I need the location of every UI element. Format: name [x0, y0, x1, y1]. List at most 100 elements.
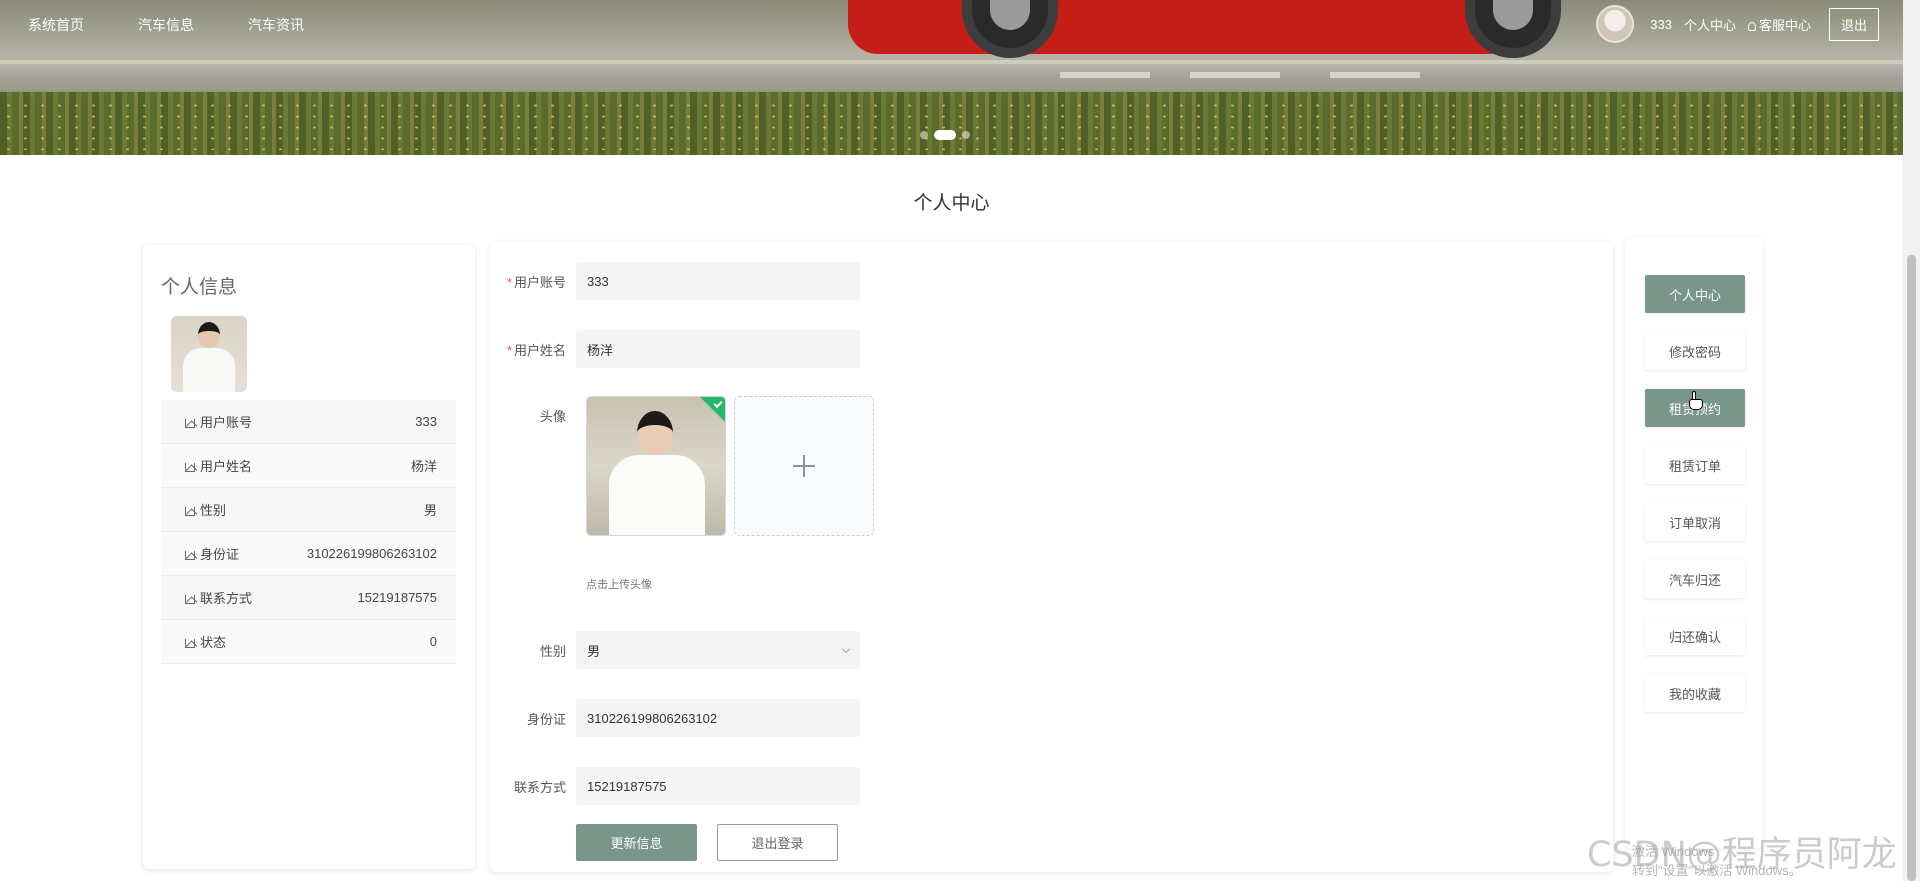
- nav-personal-center[interactable]: 个人中心: [1684, 15, 1736, 34]
- required-mark: *: [506, 274, 512, 290]
- name-label: * 用户姓名: [490, 340, 576, 359]
- profile-info-row: 联系方式 15219187575: [161, 576, 456, 620]
- avatar[interactable]: [1596, 5, 1635, 43]
- form-row-avatar: 头像: [490, 406, 576, 425]
- profile-info-label-wrap: 用户姓名: [185, 456, 252, 475]
- banner-road-line: [0, 60, 1903, 64]
- profile-info-label-wrap: 性别: [185, 500, 226, 519]
- form-row-idcard: 身份证 310226199806263102: [490, 699, 860, 737]
- form-row-name: * 用户姓名 杨洋: [490, 330, 860, 368]
- banner-road-stripe: [1060, 72, 1150, 78]
- form-row-account: * 用户账号 333: [490, 262, 860, 300]
- profile-info-label: 用户姓名: [200, 459, 253, 474]
- profile-card-title: 个人信息: [161, 277, 238, 298]
- gender-label: 性别: [539, 643, 566, 659]
- profile-info-value: 15219187575: [357, 590, 437, 605]
- carousel-indicators: [920, 130, 970, 140]
- profile-info-label: 性别: [200, 503, 227, 518]
- home-icon: [185, 463, 195, 472]
- account-label: * 用户账号: [490, 272, 576, 291]
- profile-info-row: 用户账号 333: [161, 400, 456, 444]
- home-icon: [185, 419, 195, 428]
- upload-success-badge: [698, 397, 725, 424]
- user-area: 333 个人中心 客服中心 退出: [1596, 5, 1879, 43]
- csdn-watermark: CSDN@程序员阿龙: [1587, 835, 1897, 875]
- side-menu: 个人中心 修改密码 租赁预约 租赁订单 订单取消 汽车归还 归还确认 我的收藏: [1625, 238, 1763, 848]
- name-input[interactable]: 杨洋: [576, 330, 860, 368]
- upload-tip: 点击上传头像: [586, 579, 652, 591]
- required-mark: *: [506, 342, 512, 358]
- profile-card: 个人信息 用户账号 333 用户姓名 杨洋 性别 男 身份证 310226199…: [143, 245, 475, 869]
- carousel-dot[interactable]: [920, 131, 928, 139]
- profile-photo-head: [198, 322, 220, 348]
- home-icon: [185, 551, 195, 560]
- logout-button[interactable]: 退出: [1828, 7, 1879, 41]
- profile-info-label: 用户账号: [200, 415, 253, 430]
- profile-info-row: 状态 0: [161, 620, 456, 664]
- profile-info-row: 性别 男: [161, 488, 456, 532]
- home-icon: [185, 639, 195, 648]
- scrollbar-thumb[interactable]: [1907, 255, 1916, 881]
- banner-road-stripe: [1330, 72, 1420, 78]
- form-row-gender: 性别 男: [490, 631, 860, 669]
- idcard-label: 身份证: [526, 711, 566, 727]
- username: 333: [1650, 16, 1672, 32]
- banner-flowers: [0, 100, 1903, 150]
- profile-info-label: 状态: [200, 635, 227, 650]
- logout-account-button[interactable]: 退出登录: [717, 824, 838, 861]
- idcard-input[interactable]: 310226199806263102: [576, 699, 860, 737]
- nav-customer-service-label: 客服中心: [1758, 17, 1811, 33]
- uploaded-avatar-thumbnail[interactable]: [586, 396, 726, 536]
- user-icon: [1747, 21, 1756, 31]
- page-scrollbar[interactable]: [1903, 0, 1920, 881]
- name-label-text: 用户姓名: [513, 342, 566, 358]
- menu-item-car-return[interactable]: 汽车归还: [1645, 560, 1745, 598]
- nav-item-home[interactable]: 系统首页: [28, 15, 84, 35]
- avatar-label: 头像: [539, 409, 566, 424]
- profile-info-list: 用户账号 333 用户姓名 杨洋 性别 男 身份证 31022619980626…: [161, 400, 456, 664]
- menu-item-my-favorites[interactable]: 我的收藏: [1645, 674, 1745, 712]
- home-icon: [185, 595, 195, 604]
- menu-item-personal-center[interactable]: 个人中心: [1645, 275, 1745, 313]
- profile-info-label-wrap: 用户账号: [185, 412, 252, 431]
- nav-customer-service[interactable]: 客服中心: [1747, 15, 1811, 34]
- thumbnail-body: [609, 455, 705, 535]
- cursor-palm: [1689, 399, 1703, 410]
- profile-photo-body: [183, 348, 235, 392]
- carousel-dot[interactable]: [962, 131, 970, 139]
- profile-info-row: 用户姓名 杨洋: [161, 444, 456, 488]
- plus-icon: [793, 455, 815, 477]
- upload-add-button[interactable]: [734, 396, 874, 536]
- profile-info-label: 身份证: [200, 547, 240, 562]
- profile-info-value: 杨洋: [410, 459, 437, 474]
- nav-item-car-news[interactable]: 汽车资讯: [248, 15, 304, 35]
- account-input[interactable]: 333: [576, 262, 860, 300]
- nav-item-car-info[interactable]: 汽车信息: [138, 15, 194, 35]
- gender-select-value: 男: [587, 643, 601, 659]
- profile-info-label-wrap: 联系方式: [185, 588, 252, 607]
- profile-info-label-wrap: 状态: [185, 632, 226, 651]
- account-label-text: 用户账号: [513, 274, 566, 290]
- profile-info-value: 男: [423, 503, 437, 518]
- chevron-down-icon: [841, 644, 851, 653]
- carousel-dot-active[interactable]: [934, 130, 956, 140]
- thumbnail-head: [637, 411, 673, 455]
- top-navigation: 系统首页 汽车信息 汽车资讯 333 个人中心 客服中心 退出: [0, 0, 1903, 46]
- form-row-phone: 联系方式 15219187575: [490, 767, 860, 805]
- phone-input[interactable]: 15219187575: [576, 767, 860, 805]
- banner-road-stripe: [1190, 72, 1280, 78]
- phone-label: 联系方式: [513, 779, 566, 795]
- gender-select[interactable]: 男: [576, 631, 860, 669]
- update-info-button[interactable]: 更新信息: [576, 824, 697, 861]
- menu-item-return-confirm[interactable]: 归还确认: [1645, 617, 1745, 655]
- menu-item-rental-orders[interactable]: 租赁订单: [1645, 446, 1745, 484]
- hand-cursor-icon: [1689, 391, 1703, 411]
- profile-info-value: 0: [429, 634, 437, 649]
- profile-photo: [171, 316, 247, 392]
- profile-info-label: 联系方式: [200, 591, 253, 606]
- profile-info-value: 310226199806263102: [306, 546, 437, 561]
- profile-info-label-wrap: 身份证: [185, 544, 239, 563]
- menu-item-order-cancel[interactable]: 订单取消: [1645, 503, 1745, 541]
- home-icon: [185, 507, 195, 516]
- menu-item-change-password[interactable]: 修改密码: [1645, 332, 1745, 370]
